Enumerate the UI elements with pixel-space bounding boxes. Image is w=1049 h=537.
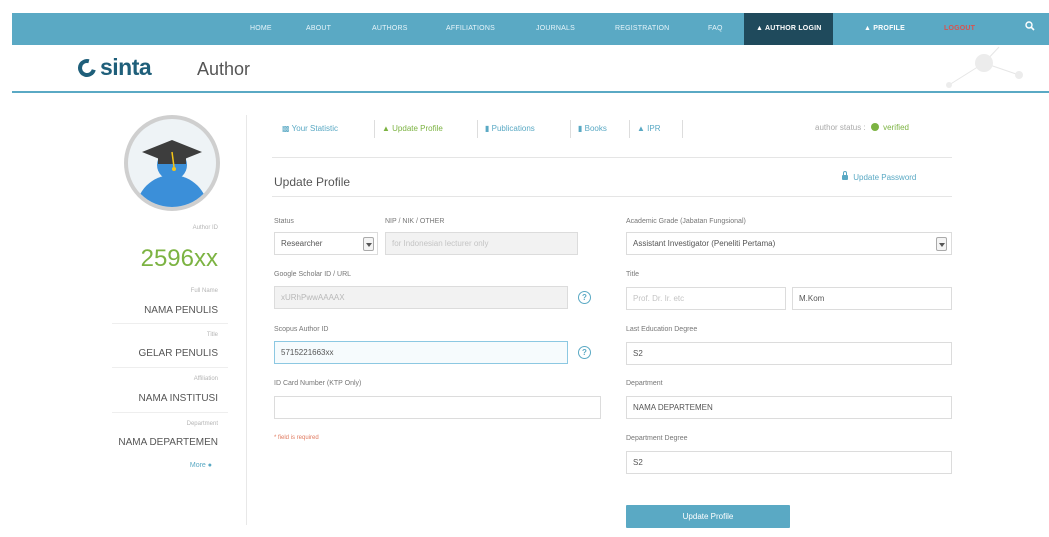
required-note: * field is required bbox=[274, 435, 319, 441]
help-icon[interactable]: ? bbox=[578, 291, 591, 304]
status-label: Status bbox=[274, 218, 294, 225]
divider bbox=[112, 323, 228, 324]
department: NAMA DEPARTEMEN bbox=[118, 437, 218, 448]
sinta-logo[interactable]: sinta bbox=[100, 54, 152, 81]
title-label: Title bbox=[626, 271, 639, 278]
user-icon: ▲ bbox=[382, 124, 390, 133]
last-education-label: Last Education Degree bbox=[626, 326, 698, 333]
full-name-label: Full Name bbox=[190, 288, 218, 294]
divider bbox=[272, 196, 952, 197]
title-label: Title bbox=[206, 332, 218, 338]
tab-label: Publications bbox=[491, 124, 535, 133]
department-input[interactable] bbox=[626, 396, 952, 419]
nip-label: NIP / NIK / OTHER bbox=[385, 218, 445, 225]
more-label: More bbox=[189, 462, 206, 469]
author-title: GELAR PENULIS bbox=[138, 348, 218, 359]
scopus-input[interactable] bbox=[274, 341, 568, 364]
update-password-label: Update Password bbox=[853, 173, 917, 182]
author-status-label: author status : bbox=[815, 123, 866, 132]
nav-affiliations[interactable]: AFFILIATIONS bbox=[446, 13, 495, 45]
tab-label: Books bbox=[584, 124, 607, 133]
tab-separator bbox=[477, 120, 478, 138]
book-icon: ▮ bbox=[485, 124, 490, 133]
tab-publications[interactable]: ▮ Publications bbox=[485, 118, 535, 140]
id-card-label: ID Card Number (KTP Only) bbox=[274, 380, 362, 387]
status-select[interactable]: Researcher bbox=[274, 232, 378, 255]
check-circle-icon bbox=[870, 123, 879, 131]
chevron-down-icon bbox=[936, 237, 947, 251]
nav-about[interactable]: ABOUT bbox=[306, 13, 331, 45]
academic-grade-label: Academic Grade (Jabatan Fungsional) bbox=[626, 218, 746, 225]
search-icon[interactable] bbox=[1025, 13, 1035, 45]
tab-separator bbox=[629, 120, 630, 138]
affiliation: NAMA INSTITUSI bbox=[138, 393, 218, 404]
google-scholar-input[interactable] bbox=[274, 286, 568, 309]
tab-ipr[interactable]: ▲ IPR bbox=[637, 118, 661, 140]
sinta-logo-icon bbox=[74, 55, 100, 81]
department-degree-input[interactable] bbox=[626, 451, 952, 474]
user-icon: ▲ bbox=[864, 25, 872, 32]
nav-author-login-label: AUTHOR LOGIN bbox=[765, 25, 822, 32]
status-select-value: Researcher bbox=[281, 239, 323, 248]
user-icon: ▲ bbox=[756, 25, 764, 32]
page-title: Author bbox=[197, 59, 251, 79]
divider bbox=[112, 412, 228, 413]
nav-registration[interactable]: REGISTRATION bbox=[615, 13, 669, 45]
lock-icon bbox=[842, 171, 848, 180]
tab-your-statistic[interactable]: ▩ Your Statistic bbox=[282, 118, 338, 140]
affiliation-label: Affiliation bbox=[193, 376, 218, 382]
trophy-icon: ▲ bbox=[637, 124, 645, 133]
author-id: 2596xx bbox=[140, 245, 218, 272]
nav-profile[interactable]: ▲ PROFILE bbox=[864, 13, 905, 45]
site-header: sinta Author bbox=[12, 45, 1049, 93]
full-name: NAMA PENULIS bbox=[144, 305, 218, 316]
help-icon[interactable]: ? bbox=[578, 346, 591, 359]
academic-grade-select[interactable]: Assistant Investigator (Peneliti Pertama… bbox=[626, 232, 952, 255]
tab-separator bbox=[374, 120, 375, 138]
status-badge: verified bbox=[883, 123, 909, 132]
scopus-label: Scopus Author ID bbox=[274, 326, 329, 333]
tab-separator bbox=[570, 120, 571, 138]
google-scholar-label: Google Scholar ID / URL bbox=[274, 271, 352, 278]
update-password-link[interactable]: Update Password bbox=[842, 171, 917, 182]
top-navigation: HOME ABOUT AUTHORS AFFILIATIONS JOURNALS… bbox=[12, 13, 1049, 45]
divider bbox=[112, 367, 228, 368]
author-id-label: Author ID bbox=[192, 225, 218, 231]
chart-icon: ▩ bbox=[282, 124, 290, 133]
id-card-input[interactable] bbox=[274, 396, 601, 419]
network-decoration-icon bbox=[946, 46, 1023, 88]
nav-author-login[interactable]: ▲ AUTHOR LOGIN bbox=[744, 13, 834, 45]
tab-update-profile[interactable]: ▲ Update Profile bbox=[382, 118, 443, 140]
nav-logout[interactable]: LOGOUT bbox=[944, 13, 975, 45]
nav-authors[interactable]: AUTHORS bbox=[372, 13, 408, 45]
academic-grade-value: Assistant Investigator (Peneliti Pertama… bbox=[633, 239, 776, 248]
tab-label: IPR bbox=[647, 124, 661, 133]
last-education-input[interactable] bbox=[626, 342, 952, 365]
tab-label: Update Profile bbox=[392, 124, 443, 133]
tab-label: Your Statistic bbox=[291, 124, 339, 133]
avatar bbox=[124, 115, 220, 211]
title-suffix-input[interactable] bbox=[792, 287, 952, 310]
department-degree-label: Department Degree bbox=[626, 435, 688, 442]
books-icon: ▮ bbox=[578, 124, 583, 133]
nip-input[interactable] bbox=[385, 232, 578, 255]
nav-journals[interactable]: JOURNALS bbox=[536, 13, 575, 45]
form-title: Update Profile bbox=[274, 175, 351, 189]
department-label: Department bbox=[626, 380, 663, 387]
nav-profile-label: PROFILE bbox=[873, 25, 906, 32]
nav-faq[interactable]: FAQ bbox=[708, 13, 723, 45]
more-link[interactable]: More ● bbox=[190, 462, 212, 469]
nav-home[interactable]: HOME bbox=[250, 13, 272, 45]
tab-separator bbox=[682, 120, 683, 138]
graduate-avatar-icon bbox=[136, 140, 208, 207]
author-status: author status : verified bbox=[815, 123, 909, 132]
tab-books[interactable]: ▮ Books bbox=[578, 118, 607, 140]
vertical-divider bbox=[246, 115, 247, 525]
department-label: Department bbox=[186, 421, 218, 427]
title-prefix-input[interactable] bbox=[626, 287, 786, 310]
plus-circle-icon: ● bbox=[207, 462, 212, 469]
divider bbox=[272, 157, 952, 158]
update-profile-button[interactable]: Update Profile bbox=[626, 505, 790, 528]
chevron-down-icon bbox=[363, 237, 374, 251]
